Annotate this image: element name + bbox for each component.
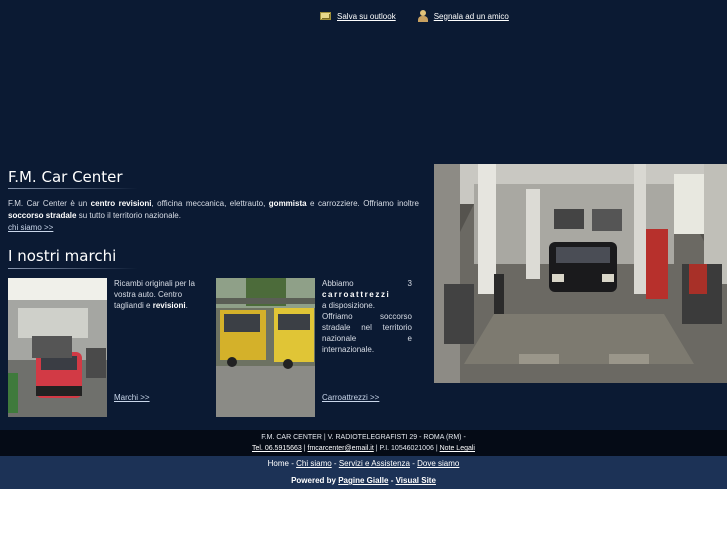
tow-card-line-2: carroattrezzi: [322, 289, 412, 300]
page: Salva su outlook Segnala ad un amico F.M…: [0, 0, 727, 545]
nav-chi-siamo[interactable]: Chi siamo: [296, 459, 332, 468]
save-outlook-link[interactable]: Salva su outlook: [320, 10, 396, 22]
intro-text-1: F.M. Car Center è un: [8, 199, 91, 208]
email-link[interactable]: fmcarcenter@email.it: [308, 445, 374, 452]
intro-text: F.M. Car Center è un centro revisioni, o…: [8, 198, 419, 234]
vat-number: P.I. 10546021006: [379, 445, 434, 452]
brands-card-text-2: .: [185, 301, 188, 310]
powered-by-label: Powered by: [291, 476, 336, 485]
pagine-gialle-link[interactable]: Pagine Gialle: [338, 476, 388, 485]
tow-card-text: Abbiamo 3 carroattrezzi a disposizione. …: [322, 278, 412, 355]
marchi-link[interactable]: Marchi >>: [114, 393, 150, 402]
tow-card-line-1: Abbiamo 3: [322, 279, 412, 288]
phone-link[interactable]: Tel. 06.5915663: [252, 445, 302, 452]
intro-text-3: e carrozziere. Offriamo inoltre: [306, 199, 419, 208]
address-line: F.M. CAR CENTER | V. RADIOTELEGRAFISTI 2…: [261, 434, 466, 441]
save-outlook-label[interactable]: Salva su outlook: [337, 12, 396, 21]
brands-card-link-wrap: Marchi >>: [114, 392, 150, 403]
carroattrezzi-link[interactable]: Carroattrezzi >>: [322, 393, 379, 402]
brands-title-rule: [8, 268, 138, 269]
nav-dove-siamo[interactable]: Dove siamo: [417, 459, 459, 468]
intro-title-rule: [8, 188, 138, 189]
nav-home[interactable]: Home: [268, 459, 289, 468]
main-content: Salva su outlook Segnala ad un amico F.M…: [0, 0, 727, 430]
brands-title: I nostri marchi: [8, 247, 117, 265]
contact-line: Tel. 06.5915663 | fmcarcenter@email.it |…: [251, 445, 475, 452]
chi-siamo-link[interactable]: chi siamo >>: [8, 223, 53, 232]
address-bar: F.M. CAR CENTER | V. RADIOTELEGRAFISTI 2…: [0, 430, 727, 456]
powered-by-line: Powered by Pagine Gialle - Visual Site: [0, 475, 727, 487]
person-icon: [417, 10, 428, 22]
footer-nav: Home - Chi siamo - Servizi e Assistenza …: [0, 456, 727, 489]
intro-title: F.M. Car Center: [8, 168, 123, 186]
tell-friend-link[interactable]: Segnala ad un amico: [417, 10, 509, 22]
intro-bold-1: centro revisioni: [90, 199, 152, 208]
intro-text-2: , officina meccanica, elettrauto,: [151, 199, 269, 208]
tell-friend-label[interactable]: Segnala ad un amico: [434, 12, 509, 21]
footer-nav-links: Home - Chi siamo - Servizi e Assistenza …: [0, 457, 727, 470]
top-links: Salva su outlook Segnala ad un amico: [320, 10, 509, 22]
tow-trucks-photo[interactable]: [216, 278, 315, 417]
intro-text-4: su tutto il territorio nazionale.: [76, 211, 181, 220]
intro-bold-3: soccorso stradale: [8, 211, 77, 220]
tow-card-line-3: a disposizione.: [322, 301, 375, 310]
tow-card-link-wrap: Carroattrezzi >>: [322, 392, 379, 403]
workshop-photo: [434, 164, 727, 383]
envelope-icon: [320, 12, 331, 20]
legal-notes-link[interactable]: Note Legali: [440, 445, 475, 452]
tow-card-bold: carroattrezzi: [322, 290, 391, 299]
visual-site-link[interactable]: Visual Site: [396, 476, 436, 485]
nav-servizi[interactable]: Servizi e Assistenza: [339, 459, 410, 468]
powered-dash: -: [390, 476, 394, 485]
brands-photo[interactable]: [8, 278, 107, 417]
tow-card-line-4: Offriamo soccorso stradale nel territori…: [322, 312, 412, 354]
brands-card-bold: revisioni: [152, 301, 186, 310]
brands-card-text: Ricambi originali per la vostra auto. Ce…: [114, 278, 198, 311]
intro-bold-2: gommista: [268, 199, 307, 208]
